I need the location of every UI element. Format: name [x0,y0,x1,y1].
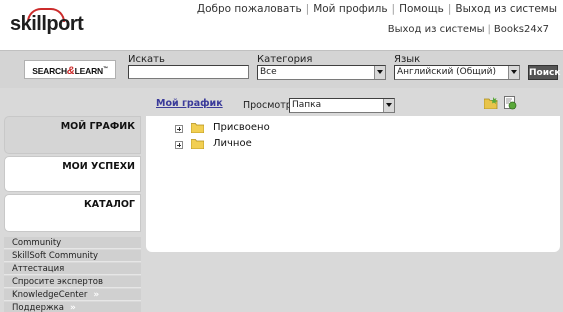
link-label: Аттестация [12,264,65,274]
language-select[interactable]: Английский (Общий) [394,65,520,80]
link-label: Community [12,238,62,248]
separator: | [447,3,452,15]
language-label: Язык [394,54,421,65]
my-schedule-link[interactable]: Мой график [156,98,223,109]
separator: | [487,24,491,35]
sidebar-item-label: КАТАЛОГ [84,199,135,210]
dropdown-arrow-icon[interactable] [374,66,385,79]
logout-link[interactable]: Выход из системы [388,24,485,35]
view-select[interactable]: Папка [289,98,395,113]
header: skillport Добро пожаловать | Мой профиль | П… [0,0,563,50]
exit-link[interactable]: Выход из системы [455,3,557,15]
sidebar-link-community[interactable]: Community [4,237,141,249]
dropdown-arrow-icon[interactable] [508,66,519,79]
search-button[interactable]: Поиск [528,65,560,80]
top-links: Добро пожаловать | Мой профиль | Помощь | Выхо… [197,3,557,15]
sidebar-link-skillsoft-community[interactable]: SkillSoft Community [4,250,141,262]
sidebar-item-label: МОИ УСПЕХИ [62,161,135,172]
content-toolbar: Мой график Просмотр Папка [146,95,563,115]
welcome-link[interactable]: Добро пожаловать [197,3,302,15]
search-input[interactable] [128,65,249,79]
sidebar-link-ask-experts[interactable]: Спросите экспертов [4,276,141,288]
link-label: SkillSoft Community [12,251,99,261]
separator: | [391,3,396,15]
folder-icon [191,123,204,133]
left-sidebar: МОЙ ГРАФИК МОИ УСПЕХИ КАТАЛОГ Community … [0,116,143,312]
folder-icon [191,139,204,149]
folder-tree-panel: Присвоено Личное [146,116,560,252]
tree-item-label[interactable]: Присвоено [213,122,270,133]
language-value: Английский (Общий) [397,67,496,77]
view-value: Папка [292,100,322,110]
sidebar-item-my-progress[interactable]: МОИ УСПЕХИ [4,156,141,192]
link-label: Поддержка [12,303,64,312]
tree-item-label[interactable]: Личное [213,138,252,149]
skillport-logo[interactable]: skillport [10,13,84,36]
category-value: Все [260,67,277,77]
add-folder-icon[interactable] [484,97,498,109]
sidebar-link-certification[interactable]: Аттестация [4,263,141,275]
search-and-learn-logo: SEARCH&LEARN™ [24,60,116,79]
sidebar-item-catalog[interactable]: КАТАЛОГ [4,194,141,232]
settings-folder-icon[interactable] [504,96,517,110]
search-query-label: Искать [128,54,165,65]
search-bar: SEARCH&LEARN™ Искать Категория Все Язык … [0,50,563,88]
plus-expander-icon[interactable] [175,125,183,133]
view-label: Просмотр [243,100,292,111]
books24x7-link[interactable]: Books24x7 [494,24,549,35]
plus-expander-icon[interactable] [175,141,183,149]
link-label: KnowledgeCenter [12,290,88,300]
sidebar-item-my-schedule[interactable]: МОЙ ГРАФИК [4,116,141,154]
sidebar-item-label: МОЙ ГРАФИК [60,121,135,132]
chevron-right-icon: » [69,303,76,312]
category-select[interactable]: Все [257,65,386,80]
sidebar-link-knowledgecenter[interactable]: KnowledgeCenter » [4,289,141,301]
chevron-right-icon: » [93,290,100,300]
separator: | [305,3,310,15]
help-link[interactable]: Помощь [399,3,444,15]
link-label: Спросите экспертов [12,277,103,287]
secondary-links: Выход из системы | Books24x7 [388,24,549,35]
sidebar-link-support[interactable]: Поддержка » [4,302,141,312]
dropdown-arrow-icon[interactable] [383,99,394,112]
my-profile-link[interactable]: Мой профиль [313,3,387,15]
category-label: Категория [257,54,313,65]
